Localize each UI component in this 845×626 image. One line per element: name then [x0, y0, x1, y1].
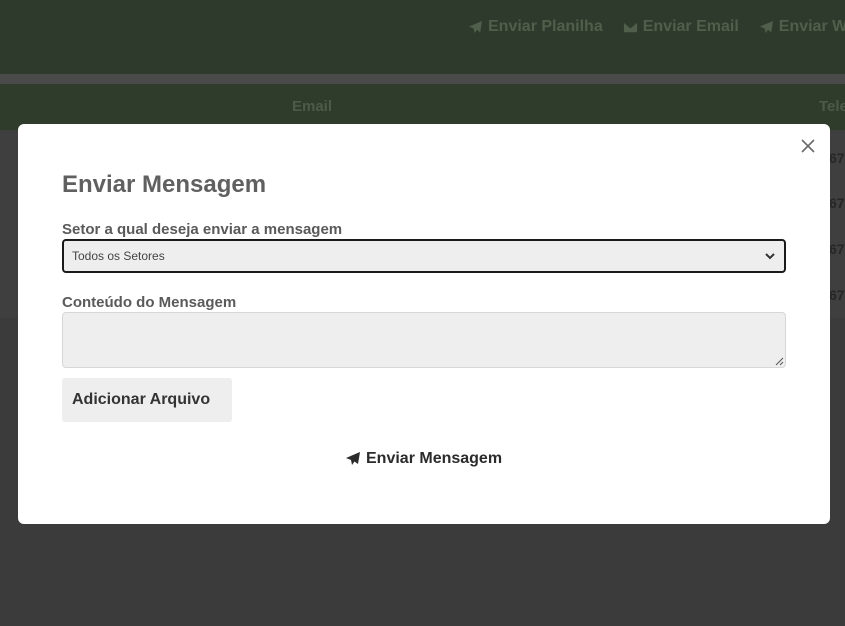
paper-plane-icon: [759, 20, 773, 33]
send-message-modal: Enviar Mensagem Setor a qual deseja envi…: [18, 124, 830, 524]
send-whatsapp-button[interactable]: Enviar W: [759, 18, 845, 36]
table-cell: 67: [829, 195, 845, 211]
send-email-label: Enviar Email: [642, 18, 739, 35]
toolbar-actions: Enviar Planilha Enviar Email Enviar W: [468, 18, 845, 36]
send-email-button[interactable]: Enviar Email: [623, 18, 739, 36]
paper-plane-icon: [346, 452, 360, 465]
send-message-label: Enviar Mensagem: [366, 450, 503, 467]
table-cell: 67: [829, 241, 845, 257]
send-spreadsheet-button[interactable]: Enviar Planilha: [468, 18, 603, 36]
close-icon: [801, 139, 815, 153]
content-label: Conteúdo do Mensagem: [62, 294, 237, 311]
close-button[interactable]: [798, 136, 818, 156]
send-spreadsheet-label: Enviar Planilha: [488, 18, 603, 35]
divider: [0, 74, 845, 84]
send-whatsapp-label: Enviar W: [778, 18, 845, 35]
send-message-button[interactable]: Enviar Mensagem: [345, 450, 502, 468]
table-cell: 67: [829, 287, 845, 303]
envelope-icon: [623, 22, 637, 32]
paper-plane-icon: [468, 20, 483, 33]
top-toolbar: Enviar Planilha Enviar Email Enviar W: [0, 0, 845, 74]
column-header-telefone: Tele: [819, 98, 845, 115]
add-file-button[interactable]: Adicionar Arquivo: [62, 378, 232, 422]
chevron-down-icon: [765, 253, 775, 260]
sector-select-value: Todos os Setores: [72, 249, 165, 263]
table-cell: 67: [829, 150, 845, 166]
message-content-textarea[interactable]: [62, 312, 786, 368]
sector-label: Setor a qual deseja enviar a mensagem: [62, 221, 343, 238]
resize-handle-icon[interactable]: [774, 356, 784, 366]
sector-select[interactable]: Todos os Setores: [62, 239, 786, 273]
modal-title: Enviar Mensagem: [62, 171, 267, 198]
column-header-email: Email: [292, 98, 333, 115]
